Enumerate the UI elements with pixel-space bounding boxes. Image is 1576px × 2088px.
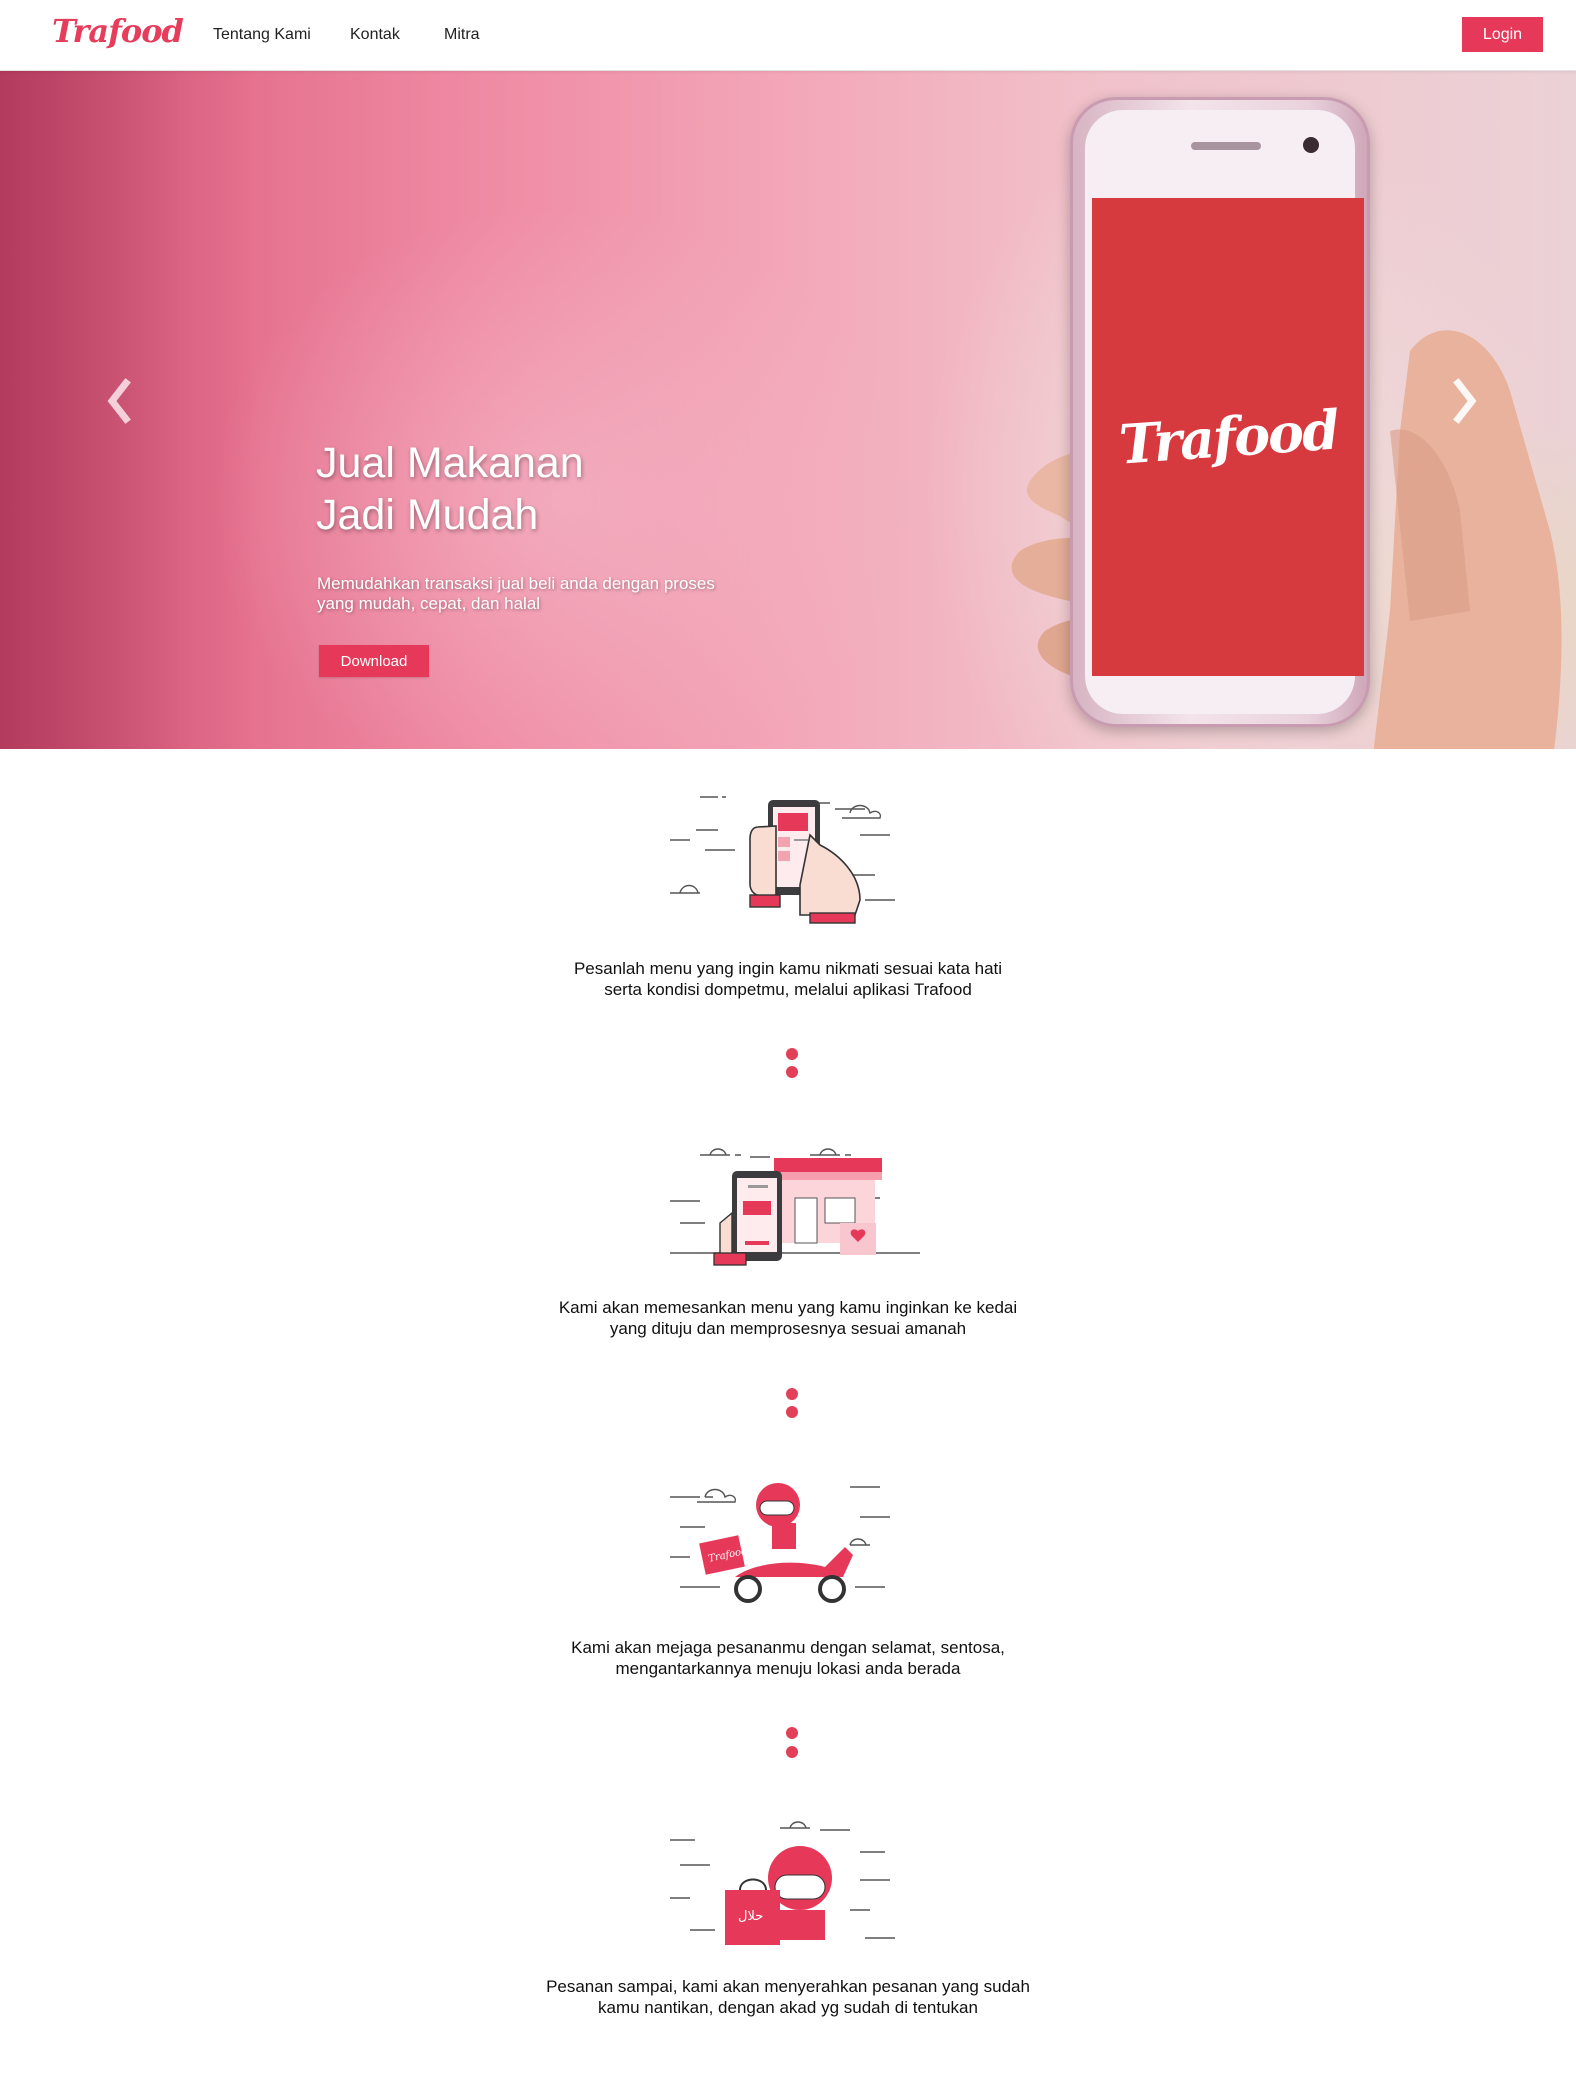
hero-subtitle-line-2: yang mudah, cepat, dan halal <box>317 594 541 613</box>
trafood-logo[interactable]: Trafood <box>52 12 184 50</box>
step-3-line-2: mengantarkannya menuju lokasi anda berad… <box>615 1659 961 1678</box>
step-divider-dot <box>786 1406 798 1418</box>
step-1-line-1: Pesanlah menu yang ingin kamu nikmati se… <box>573 959 1003 978</box>
step-divider-dot <box>786 1727 798 1739</box>
hero-carousel: Trafood Jual Makanan Jadi Mudah Memudahk… <box>0 71 1576 749</box>
carousel-next-arrow[interactable] <box>1448 371 1484 431</box>
step-divider-dot <box>786 1746 798 1758</box>
order-phone-illustration <box>670 796 895 924</box>
phone-mockup: Trafood <box>1070 97 1370 727</box>
hero-subtitle: Memudahkan transaksi jual beli anda deng… <box>317 574 777 614</box>
shop-order-illustration <box>670 1148 920 1266</box>
phone-speaker <box>1191 142 1261 150</box>
phone-screen-logo: Trafood <box>1116 397 1340 477</box>
hero-title-line-1: Jual Makanan <box>316 439 584 487</box>
halal-label: حلال <box>738 1909 763 1924</box>
carousel-prev-arrow[interactable] <box>100 371 136 431</box>
step-divider-dot <box>786 1066 798 1078</box>
download-button[interactable]: Download <box>319 645 429 677</box>
step-2-text: Kami akan memesankan menu yang kamu ingi… <box>388 1297 1188 1339</box>
hero-title: Jual Makanan Jadi Mudah <box>316 437 584 541</box>
hero-subtitle-line-1: Memudahkan transaksi jual beli anda deng… <box>317 574 715 593</box>
step-2-line-2: yang dituju dan memprosesnya sesuai aman… <box>609 1319 967 1338</box>
login-button[interactable]: Login <box>1462 17 1543 52</box>
step-1-line-2: serta kondisi dompetmu, melalui aplikasi… <box>604 980 972 999</box>
nav-link-mitra[interactable]: Mitra <box>444 26 480 44</box>
nav-link-tentang-kami[interactable]: Tentang Kami <box>213 26 311 44</box>
step-3-text: Kami akan mejaga pesananmu dengan selama… <box>388 1637 1188 1679</box>
step-4-line-1: Pesanan sampai, kami akan menyerahkan pe… <box>546 1977 1030 1996</box>
step-4-line-2: kamu nantikan, dengan akad yg sudah di t… <box>598 1998 978 2017</box>
step-2-line-1: Kami akan memesankan menu yang kamu ingi… <box>558 1298 1018 1317</box>
step-divider-dot <box>786 1048 798 1060</box>
phone-screen: Trafood <box>1092 198 1364 676</box>
delivery-rider-illustration: Trafood <box>670 1483 890 1603</box>
hero-title-line-2: Jadi Mudah <box>316 491 539 539</box>
order-delivered-illustration: حلال <box>670 1821 895 1945</box>
step-3-line-1: Kami akan mejaga pesananmu dengan selama… <box>571 1638 1005 1657</box>
phone-camera <box>1303 137 1319 153</box>
step-4-text: Pesanan sampai, kami akan menyerahkan pe… <box>388 1976 1188 2018</box>
step-divider-dot <box>786 1388 798 1400</box>
step-1-text: Pesanlah menu yang ingin kamu nikmati se… <box>388 958 1188 1000</box>
nav-link-kontak[interactable]: Kontak <box>350 26 400 44</box>
top-navbar: Trafood Tentang Kami Kontak Mitra Login <box>0 0 1576 71</box>
